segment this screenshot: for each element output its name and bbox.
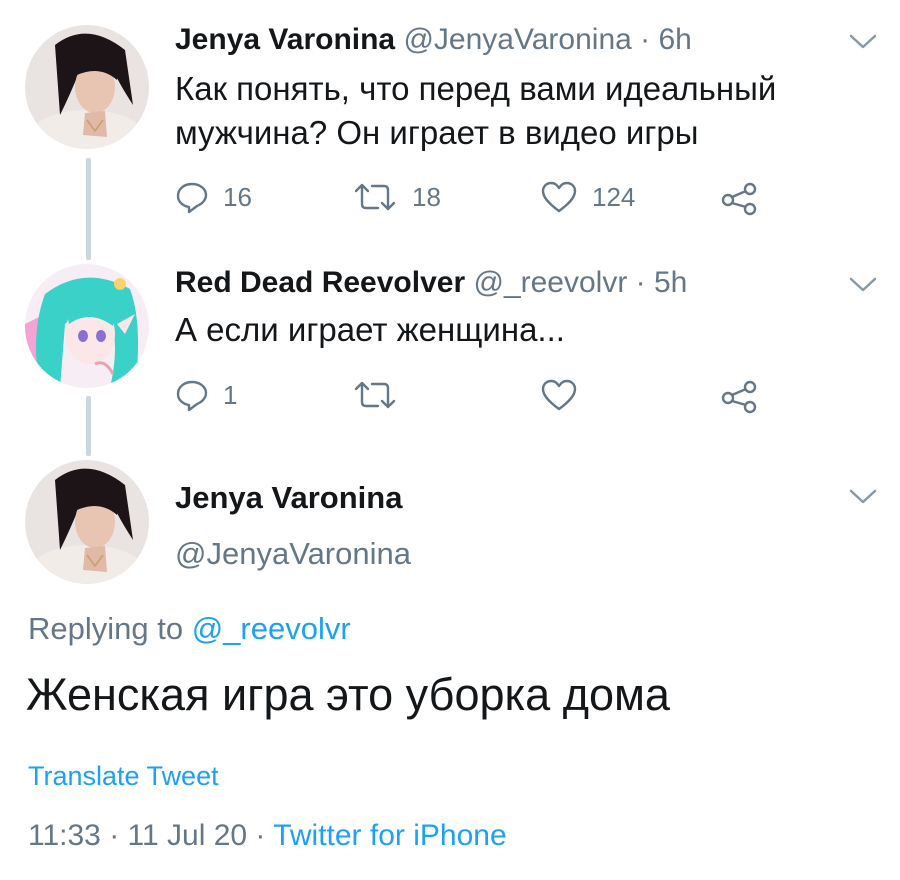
author-name[interactable]: Red Dead Reevolver [175, 266, 465, 299]
avatar-illustration [25, 264, 149, 388]
tweet-time[interactable]: 11:33 [28, 819, 101, 852]
tweet-header: Jenya Varonina @JenyaVaronina · 6h [175, 22, 692, 58]
thread-line [86, 396, 91, 456]
author-handle[interactable]: @_reevolvr [473, 266, 627, 299]
separator-dot: · [100, 819, 128, 852]
chevron-down-icon[interactable] [848, 32, 878, 52]
author-name[interactable]: Jenya Varonina [175, 23, 395, 56]
tweet-header: Red Dead Reevolver @_reevolvr · 5h [175, 265, 687, 301]
chevron-down-icon[interactable] [848, 487, 878, 507]
avatar-photo [25, 25, 149, 149]
reply-button[interactable]: 16 [175, 180, 252, 214]
retweet-count: 18 [412, 181, 441, 212]
tweet-text-line: мужчина? Он играет в видео игры [175, 114, 699, 151]
author-handle[interactable]: @JenyaVaronina [175, 536, 411, 572]
replying-to: Replying to @_reevolvr [28, 610, 351, 648]
reply-count: 1 [223, 379, 238, 410]
avatar[interactable] [25, 264, 149, 388]
retweet-button[interactable]: 18 [352, 180, 441, 214]
tweet-text: А если играет женщина... [175, 308, 565, 352]
retweet-icon [354, 183, 396, 211]
reply-count: 16 [223, 181, 252, 212]
source-link[interactable]: Twitter for iPhone [273, 819, 506, 852]
like-icon [541, 181, 577, 213]
tweet-meta: 11:33 · 11 Jul 20 · Twitter for iPhone [28, 818, 507, 854]
reply-button[interactable]: 1 [175, 378, 237, 412]
avatar-photo [25, 460, 149, 584]
tweet-text-line: Как понять, что перед вами идеальный [175, 70, 777, 107]
like-button[interactable]: 124 [540, 180, 635, 214]
thread-line [86, 158, 91, 260]
separator-dot: · [247, 819, 274, 852]
like-icon [541, 379, 577, 411]
share-button[interactable] [720, 180, 758, 216]
separator-dot: · [631, 23, 659, 56]
share-button[interactable] [720, 378, 758, 414]
replying-prefix: Replying to [28, 611, 192, 646]
mention-link[interactable]: @_reevolvr [192, 611, 351, 646]
reply-icon [176, 380, 208, 412]
tweet-time[interactable]: 6h [659, 23, 692, 56]
tweet-date[interactable]: 11 Jul 20 [128, 819, 248, 852]
avatar[interactable] [25, 460, 149, 584]
tweet-time[interactable]: 5h [654, 266, 687, 299]
separator-dot: · [627, 266, 654, 299]
tweet-text: Как понять, что перед вами идеальный муж… [175, 67, 776, 155]
share-icon [721, 182, 757, 216]
tweet-text: Женская игра это уборка дома [26, 669, 670, 720]
retweet-button[interactable] [352, 378, 398, 412]
share-icon [721, 380, 757, 414]
reply-icon [176, 182, 208, 214]
author-name[interactable]: Jenya Varonina [175, 480, 402, 516]
retweet-icon [354, 381, 396, 409]
like-button[interactable] [540, 378, 578, 412]
chevron-down-icon[interactable] [848, 275, 878, 295]
translate-link[interactable]: Translate Tweet [28, 760, 219, 792]
avatar[interactable] [25, 25, 149, 149]
tweet-text-line: А если играет женщина... [175, 311, 565, 348]
like-count: 124 [592, 181, 636, 212]
author-handle[interactable]: @JenyaVaronina [403, 23, 631, 56]
